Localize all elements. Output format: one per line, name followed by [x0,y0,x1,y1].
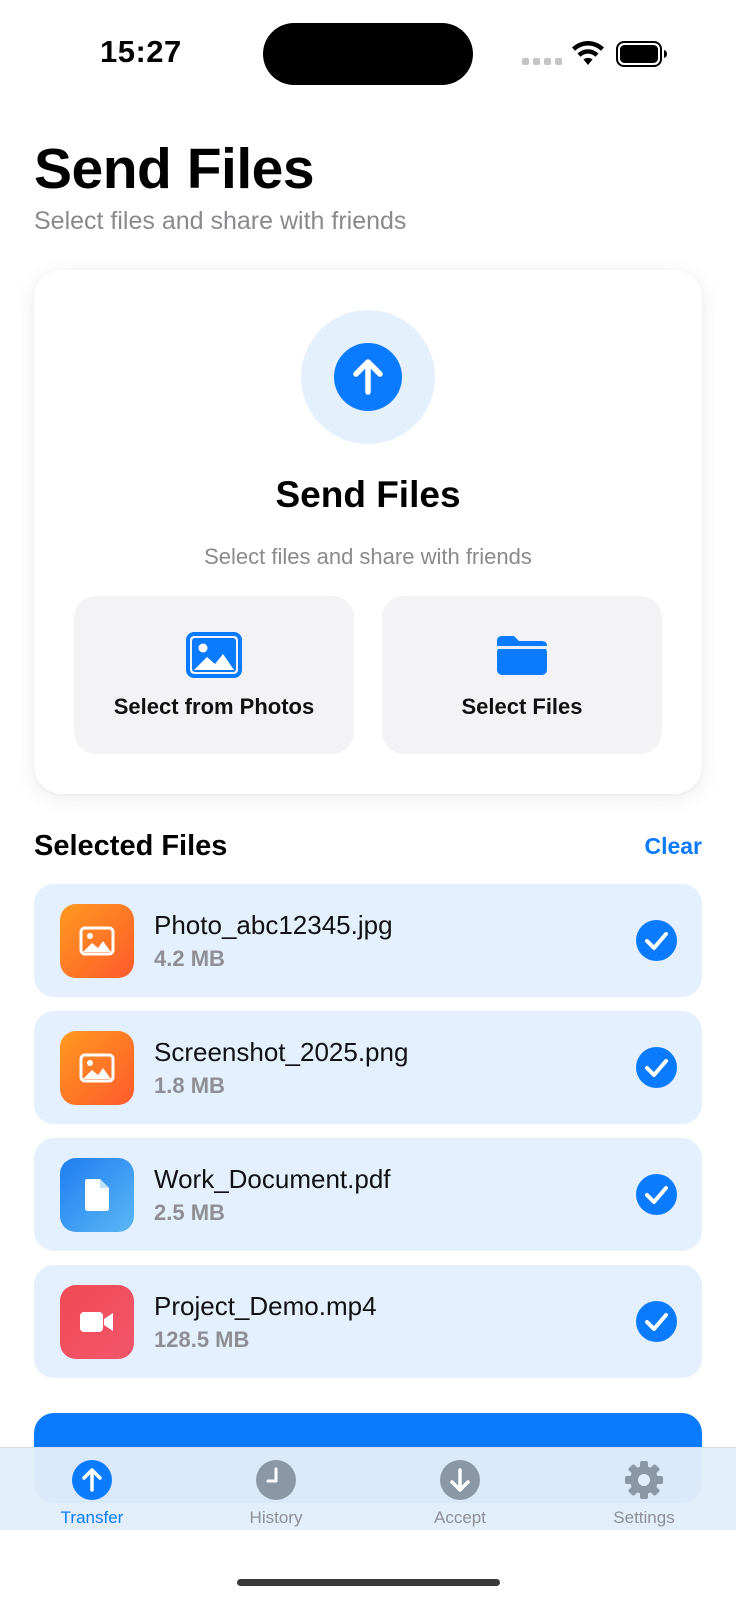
image-icon [79,1053,115,1083]
tab-label: Settings [613,1508,675,1527]
wifi-icon [572,41,604,65]
video-icon [80,1312,113,1332]
photo-icon [186,632,242,678]
checkmark-icon[interactable] [636,1047,677,1088]
home-indicator [237,1579,500,1586]
tab-settings[interactable]: Settings [552,1448,736,1531]
select-from-photos-button[interactable]: Select from Photos [74,596,354,754]
checkmark-icon[interactable] [636,1301,677,1342]
tab-accept[interactable]: Accept [368,1448,552,1531]
file-size: 1.8 MB [154,1073,225,1098]
arrow-down-circle-icon [440,1460,480,1500]
upload-arrow-icon [334,343,402,411]
image-file-icon [60,904,134,978]
tab-label: Transfer [60,1508,124,1527]
checkmark-icon[interactable] [636,1174,677,1215]
tab-history[interactable]: History [184,1448,368,1531]
document-file-icon [60,1158,134,1232]
selected-files-title: Selected Files [34,830,228,862]
dynamic-island [263,23,473,85]
battery-icon [616,41,667,67]
card-subtitle: Select files and share with friends [204,544,532,569]
arrow-up-circle-icon [72,1460,112,1500]
file-size: 2.5 MB [154,1200,225,1225]
image-file-icon [60,1031,134,1105]
image-icon [79,926,115,956]
tab-label: Accept [434,1508,486,1527]
folder-icon [497,636,547,675]
tab-label: History [249,1508,303,1527]
file-row[interactable]: Project_Demo.mp4 128.5 MB [34,1265,702,1378]
page-title: Send Files [34,137,315,201]
file-row[interactable]: Work_Document.pdf 2.5 MB [34,1138,702,1251]
checkmark-icon[interactable] [636,920,677,961]
gear-icon [625,1461,663,1499]
document-icon [85,1179,109,1211]
select-files-label: Select Files [461,694,583,719]
file-row[interactable]: Photo_abc12345.jpg 4.2 MB [34,884,702,997]
file-size: 4.2 MB [154,946,225,971]
clear-button[interactable]: Clear [644,833,702,860]
file-name: Work_Document.pdf [154,1164,391,1194]
tab-transfer[interactable]: Transfer [0,1448,184,1531]
select-from-photos-label: Select from Photos [113,694,315,719]
file-row[interactable]: Screenshot_2025.png 1.8 MB [34,1011,702,1124]
file-size: 128.5 MB [154,1327,250,1352]
video-file-icon [60,1285,134,1359]
tab-bar: Transfer History Accept Settings [0,1447,736,1530]
clock-icon [256,1460,296,1500]
cellular-signal-icon [522,58,562,65]
card-title: Send Files [275,474,461,515]
status-time: 15:27 [100,34,182,69]
upload-card: Send Files Select files and share with f… [34,270,702,794]
file-name: Project_Demo.mp4 [154,1291,377,1321]
selected-files-list: Photo_abc12345.jpg 4.2 MB Screenshot_202… [34,884,702,1392]
select-files-button[interactable]: Select Files [382,596,662,754]
page-subtitle: Select files and share with friends [34,207,407,235]
home-area [0,1530,736,1600]
status-bar: 15:27 [0,0,736,100]
file-name: Screenshot_2025.png [154,1037,409,1067]
file-name: Photo_abc12345.jpg [154,910,393,940]
